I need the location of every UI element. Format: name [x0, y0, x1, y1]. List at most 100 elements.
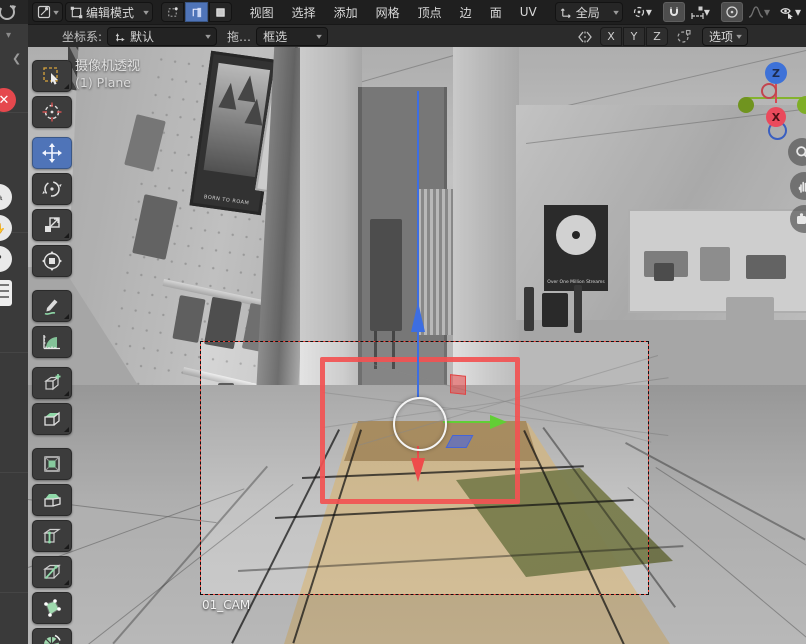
menu-uv[interactable]: UV: [512, 0, 545, 24]
select-mode-group: [161, 2, 232, 22]
tool-scale-button[interactable]: [32, 209, 72, 241]
menu-add[interactable]: 添加: [326, 0, 366, 24]
tool-knife-button[interactable]: [32, 556, 72, 588]
falloff-curve-icon: [748, 5, 764, 19]
falloff-dropdown[interactable]: ▾: [745, 3, 773, 21]
tool-add-cube-button[interactable]: [32, 367, 72, 399]
options-label: 选项: [709, 28, 733, 45]
vertex-select-button[interactable]: [161, 2, 184, 22]
gizmo-center-circle[interactable]: [393, 397, 447, 451]
tool-move-button[interactable]: [32, 137, 72, 169]
pivot-icon: [632, 5, 646, 19]
pivot-point-dropdown[interactable]: ▾: [629, 3, 655, 21]
drag-label: 拖…: [227, 28, 251, 45]
snap-increment-icon: [690, 5, 704, 19]
menu-face[interactable]: 面: [482, 0, 510, 24]
tool-loop-cut-button[interactable]: [32, 520, 72, 552]
tool-annotate-button[interactable]: [32, 290, 72, 322]
gizmo-y-arrow[interactable]: [490, 415, 507, 429]
mirror-y-button[interactable]: Y: [623, 27, 645, 46]
tool-rotate-button[interactable]: [32, 173, 72, 205]
visibility-filter-dropdown[interactable]: ▾: [775, 3, 804, 21]
camera-icon: [796, 213, 806, 226]
options-dropdown[interactable]: 选项 ▾: [702, 27, 748, 46]
left-edge-panel: ❮ ▾ ✕ ✎ ✋ ?: [0, 0, 29, 644]
tool-inset-faces-button[interactable]: [32, 448, 72, 480]
mirror-icon: [576, 30, 594, 44]
snap-base-icon[interactable]: [676, 29, 692, 44]
edit-mode-icon: [70, 6, 83, 19]
toolbar: [32, 60, 72, 644]
snap-target-dropdown[interactable]: ▾: [687, 3, 713, 21]
poster-record: Over One Million Streams: [544, 205, 608, 291]
menu-select[interactable]: 选择: [284, 0, 324, 24]
coord-system-value: 默认: [130, 28, 154, 45]
orientation-label: 全局: [576, 4, 600, 21]
tool-settings-bar: 坐标系: 默认 ▾ 拖… 框选 ▾ X Y Z: [28, 24, 806, 49]
poster-caption: BORN TO ROAM: [193, 193, 259, 208]
nav-axis-neg-y[interactable]: [738, 97, 754, 113]
dark-shelf-object: [370, 219, 402, 331]
mode-label: 编辑模式: [86, 4, 134, 21]
panel-icon-1[interactable]: ✎: [0, 184, 12, 210]
tool-cursor-button[interactable]: [32, 96, 72, 128]
mode-dropdown[interactable]: 编辑模式 ▾: [65, 2, 153, 22]
axes-icon: [560, 6, 573, 19]
tool-extrude-region-button[interactable]: [32, 403, 72, 435]
active-object-label: (1) Plane: [75, 75, 131, 90]
menu-view[interactable]: 视图: [242, 0, 282, 24]
collapse-arrow-icon[interactable]: ❮: [12, 52, 21, 65]
gizmo-plane-handle-red[interactable]: [450, 374, 466, 395]
view-perspective-label: 摄像机透视: [75, 55, 140, 74]
edge-select-button[interactable]: [185, 2, 208, 22]
tool-poly-build-button[interactable]: [32, 592, 72, 624]
drag-action-dropdown[interactable]: 框选 ▾: [256, 27, 328, 46]
tool-spin-button[interactable]: [32, 628, 72, 644]
nav-axis-x[interactable]: X: [766, 107, 786, 127]
tool-transform-button[interactable]: [32, 245, 72, 277]
menu-edge[interactable]: 边: [452, 0, 480, 24]
magnifier-icon: [795, 145, 806, 160]
orbit-icon[interactable]: [0, 2, 20, 22]
tool-bevel-button[interactable]: [32, 484, 72, 516]
help-icon[interactable]: ?: [0, 246, 12, 272]
blender-window: ❮ ▾ ✕ ✎ ✋ ? ▾ 编辑模式 ▾: [0, 0, 806, 644]
mirror-z-button[interactable]: Z: [646, 27, 668, 46]
poster-record-caption: Over One Million Streams: [547, 279, 605, 284]
nav-axis-y[interactable]: [797, 96, 806, 114]
chevron-down-icon[interactable]: ▾: [6, 30, 11, 41]
cursor-axes-icon: [114, 31, 126, 43]
snap-toggle[interactable]: [663, 2, 685, 22]
mirror-x-button[interactable]: X: [600, 27, 622, 46]
gizmo-z-arrow[interactable]: [411, 302, 425, 332]
eye-cursor-icon: [778, 5, 795, 19]
coord-system-dropdown[interactable]: 默认 ▾: [107, 27, 217, 46]
gizmo-z-axis[interactable]: [417, 91, 419, 397]
orientation-dropdown[interactable]: 全局 ▾: [555, 2, 623, 22]
tool-select-box-button[interactable]: [32, 60, 72, 92]
menu-vertex[interactable]: 顶点: [410, 0, 450, 24]
coord-system-label: 坐标系:: [62, 28, 102, 45]
gizmo-x-arrow[interactable]: [411, 458, 425, 482]
hand-icon: [797, 179, 806, 194]
camera-name-label: 01_CAM: [202, 598, 250, 612]
viewport-header: ▾ 编辑模式 ▾ 视图 选择 添加 网格 顶点 边: [28, 0, 806, 24]
face-select-button[interactable]: [209, 2, 232, 22]
nav-axis-neg-x[interactable]: [761, 83, 777, 99]
viewport-3d[interactable]: BORN TO ROAM: [28, 47, 806, 644]
editor-type-icon: [37, 5, 51, 19]
stop-button[interactable]: ✕: [0, 88, 16, 112]
menu-mesh[interactable]: 网格: [368, 0, 408, 24]
list-icon[interactable]: [0, 280, 12, 306]
drag-action-value: 框选: [263, 28, 287, 45]
mirror-options-group: X Y Z 选项 ▾: [576, 27, 748, 46]
editor-type-selector[interactable]: ▾: [32, 2, 63, 22]
proportional-edit-toggle[interactable]: [721, 2, 743, 22]
proportional-circle-icon: [725, 5, 739, 19]
shelf-niche: [628, 209, 806, 313]
nav-axis-z[interactable]: Z: [765, 62, 787, 84]
navigation-gizmo[interactable]: Z X: [728, 55, 806, 145]
tool-measure-button[interactable]: [32, 326, 72, 358]
hand-icon[interactable]: ✋: [0, 215, 12, 241]
gizmo-y-axis[interactable]: [443, 421, 491, 423]
